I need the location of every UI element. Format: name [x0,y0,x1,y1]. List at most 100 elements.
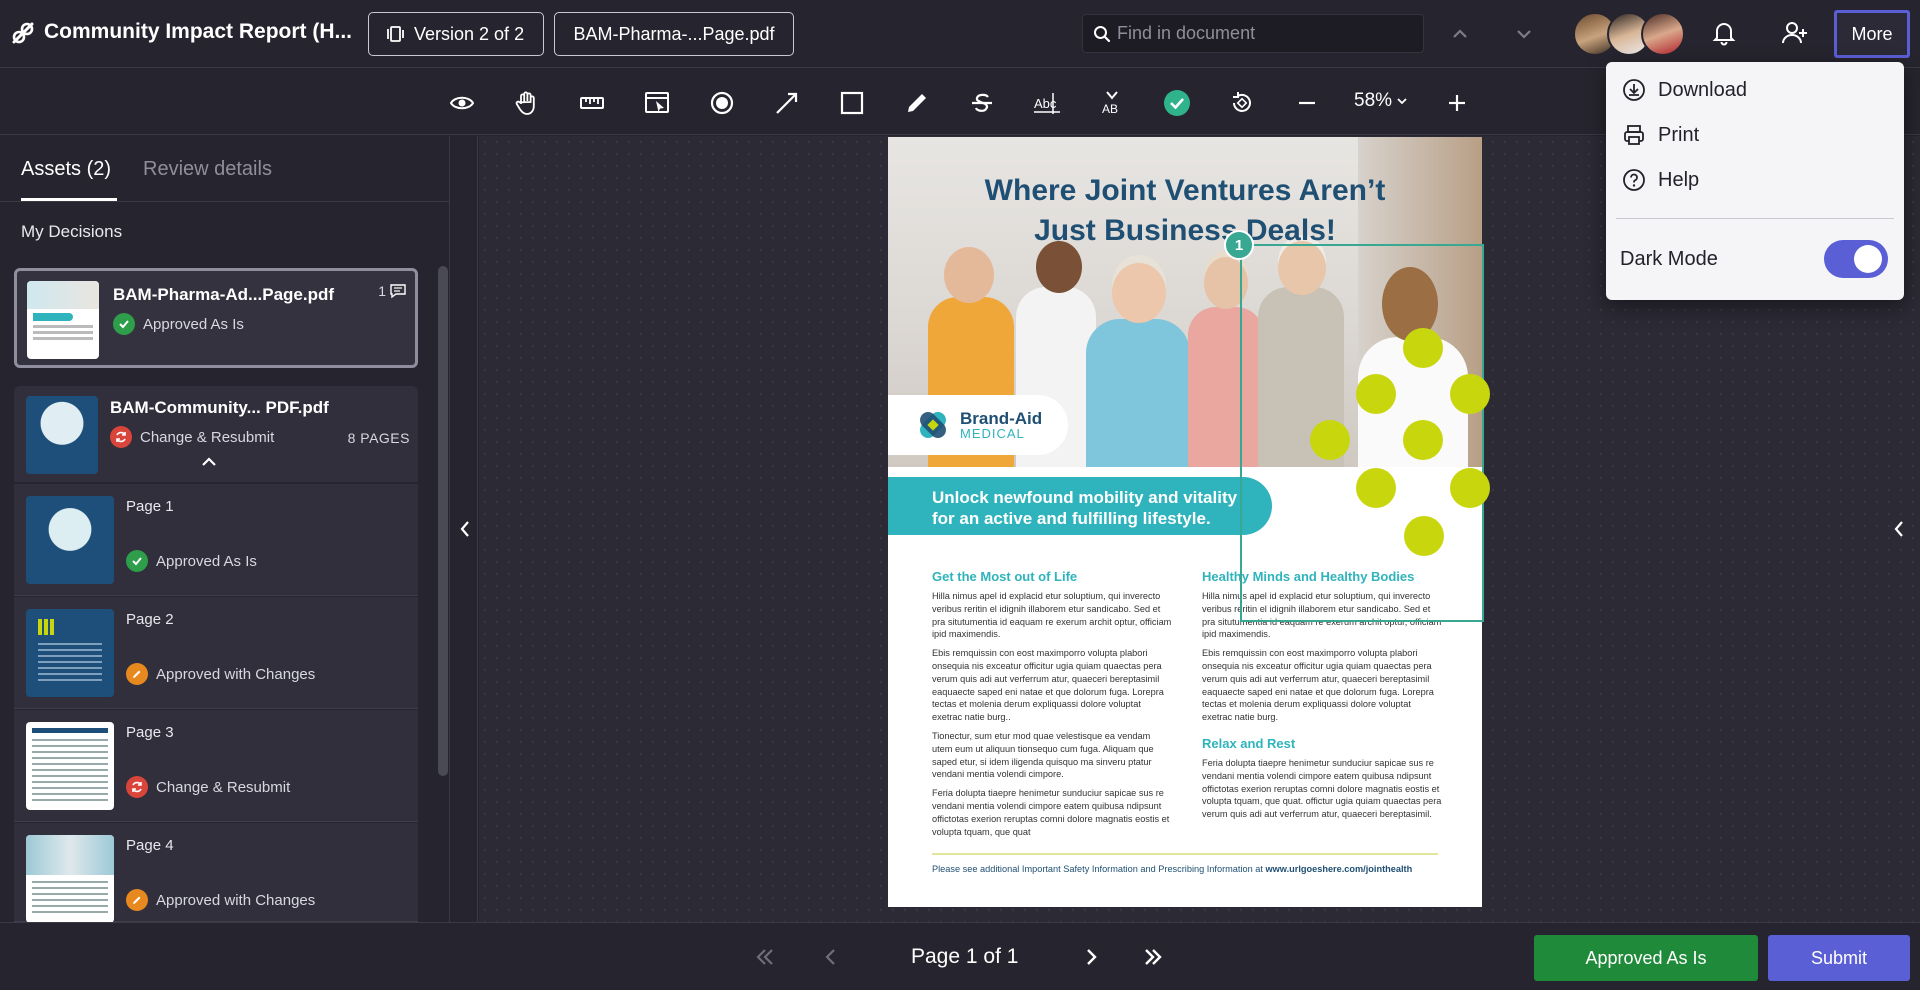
comment-icon [389,283,407,299]
menu-item-label: Help [1658,168,1700,191]
page-status: Approved with Changes [126,663,315,685]
footer-link[interactable]: www.urlgoeshere.com/jointhealth [1266,864,1413,874]
tagline-line-1: Unlock newfound mobility and vitality [932,488,1238,507]
file-button[interactable]: BAM-Pharma-...Page.pdf [554,12,794,56]
right-panel-chevron-left-icon[interactable] [1890,518,1908,540]
submit-button[interactable]: Submit [1768,935,1910,981]
tab-assets[interactable]: Assets (2) [21,158,111,181]
notifications-bell-icon[interactable] [1711,20,1737,46]
measure-ruler-icon[interactable] [578,89,606,117]
search-icon [1093,25,1111,43]
search-prev-icon[interactable] [1448,22,1472,46]
asset-status: Change & Resubmit [110,426,274,448]
select-text-icon[interactable] [643,89,671,117]
document-headline: Where Joint Ventures Aren’t Just Busines… [888,171,1482,251]
status-label: Approved As Is [143,315,244,333]
search-next-icon[interactable] [1512,22,1536,46]
avatar[interactable] [1641,12,1685,56]
zoom-select[interactable]: 58% [1354,90,1408,112]
brand-text: Brand-Aid MEDICAL [960,410,1042,441]
approved-with-changes-icon [126,663,148,685]
page-list-item[interactable]: Page 3 Change & Resubmit [14,710,418,822]
zoom-out-icon[interactable] [1293,89,1321,117]
annotation-dot [1450,468,1490,508]
more-button[interactable]: More [1834,10,1910,58]
page-thumbnail [26,609,114,697]
first-page-icon[interactable] [754,946,776,968]
pan-hand-icon[interactable] [513,89,541,117]
body-paragraph: Feria dolupta tiaepre henimetur sunduciu… [1202,757,1442,820]
sidebar-scrollbar[interactable] [438,266,448,776]
page-status: Approved As Is [126,550,257,572]
sidebar-collapse-handle[interactable] [452,136,478,922]
last-page-icon[interactable] [1142,946,1164,968]
arrow-tool-icon[interactable] [773,89,801,117]
print-icon [1622,123,1646,147]
document-title: Community Impact Report (H... [44,20,353,43]
page-list-item[interactable]: Page 1 Approved As Is [14,484,418,596]
approve-check-icon[interactable] [1163,89,1191,117]
chevron-left-icon[interactable] [456,518,474,540]
menu-item-label: Print [1658,123,1700,146]
comment-count[interactable]: 1 [378,283,407,299]
pencil-tool-icon[interactable] [903,89,931,117]
status-label: Approved with Changes [156,665,316,683]
active-tab-indicator [21,198,117,201]
brand-sub: MEDICAL [960,425,1025,441]
replace-text-icon[interactable]: Abc [1033,89,1061,117]
brand-name: Brand-Aid [960,408,1043,428]
asset-card[interactable]: BAM-Community... PDF.pdf Change & Resubm… [14,386,418,482]
annotation-region[interactable] [1240,244,1484,622]
add-user-icon[interactable] [1781,20,1809,46]
rectangle-tool-icon[interactable] [838,89,866,117]
annotation-dot [1310,420,1350,460]
column-heading: Relax and Rest [1202,735,1296,751]
annotation-dot [1356,374,1396,414]
menu-item-help[interactable]: Help [1622,168,1699,192]
approved-with-changes-icon [126,889,148,911]
zoom-in-icon[interactable] [1443,89,1471,117]
view-eye-icon[interactable] [448,89,476,117]
page-list-item[interactable]: Page 4 Approved with Changes [14,823,418,923]
bottom-bar: Page 1 of 1 Approved As Is Submit [0,922,1920,990]
tab-review-details[interactable]: Review details [143,158,272,181]
app-logo-icon[interactable] [10,20,36,46]
body-paragraph: Feria dolupta tiaepre henimetur sunduciu… [932,788,1170,837]
menu-item-label: Download [1658,78,1747,101]
page-list-item[interactable]: Page 2 Approved with Changes [14,597,418,709]
asset-card[interactable]: BAM-Pharma-Ad...Page.pdf 1 Approved As I… [14,268,418,368]
annotation-marker[interactable]: 1 [1224,230,1254,260]
insert-text-icon[interactable]: AB [1098,89,1126,117]
collapse-chevron-up-icon[interactable] [200,456,218,468]
column-left: Get the Most out of Life Hilla nimus ape… [932,569,1172,844]
approved-as-is-button[interactable]: Approved As Is [1534,935,1758,981]
tagline-banner: Unlock newfound mobility and vitality fo… [888,477,1272,535]
dark-mode-toggle[interactable] [1824,240,1888,278]
page-label: Page 3 [126,724,174,741]
collaborators[interactable] [1573,12,1685,56]
menu-item-print[interactable]: Print [1622,123,1699,147]
version-button[interactable]: Version 2 of 2 [368,12,544,56]
annotation-dot [1403,328,1443,368]
next-page-icon[interactable] [1080,946,1102,968]
page-indicator: Page 1 of 1 [911,945,1019,968]
asset-thumbnail [26,396,98,474]
toggle-knob [1854,245,1882,273]
status-label: Approved with Changes [156,891,316,909]
search-input[interactable] [1117,23,1417,44]
download-icon [1622,78,1646,102]
brand-logo: Brand-Aid MEDICAL [888,395,1068,455]
annotation-dot [1356,468,1396,508]
asset-name: BAM-Community... PDF.pdf [110,398,329,417]
footer-note: Please see additional Important Safety I… [932,864,1263,874]
footer-divider [932,853,1438,855]
menu-item-download[interactable]: Download [1622,78,1747,102]
approved-check-icon [126,550,148,572]
tagline-line-2: for an active and fulfilling lifestyle. [932,509,1211,528]
page-status: Approved with Changes [126,889,315,911]
prev-page-icon[interactable] [820,946,842,968]
asset-thumbnail [27,281,99,359]
circle-tool-icon[interactable] [708,89,736,117]
strikethrough-icon[interactable] [968,89,996,117]
rotate-icon[interactable] [1228,89,1256,117]
